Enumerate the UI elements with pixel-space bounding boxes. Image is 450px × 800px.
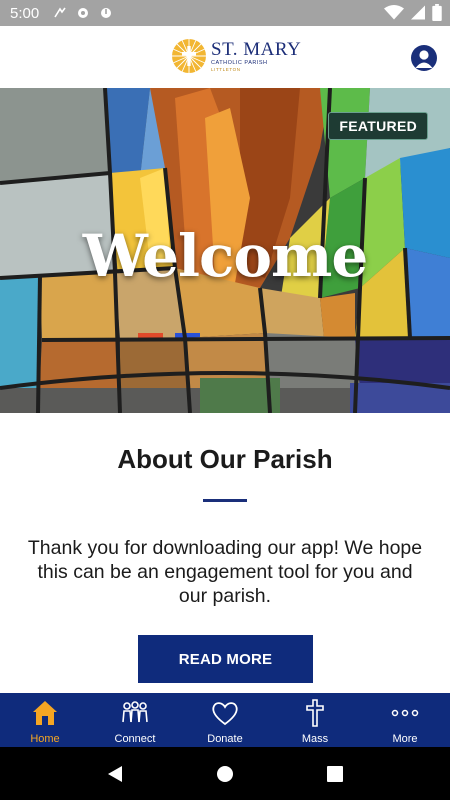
status-time: 5:00 (10, 4, 40, 22)
sunburst-cross-icon (172, 39, 206, 73)
nav-label-more: More (392, 733, 418, 745)
nav-label-connect: Connect (114, 733, 156, 745)
nav-item-donate[interactable]: Donate (180, 693, 270, 747)
recents-icon[interactable] (326, 765, 344, 783)
featured-banner[interactable]: Welcome FEATURED (0, 88, 450, 413)
back-icon[interactable] (106, 765, 124, 783)
nav-item-connect[interactable]: Connect (90, 693, 180, 747)
nav-item-home[interactable]: Home (0, 693, 90, 747)
notification-icon (78, 8, 89, 18)
parish-logo[interactable]: ST. MARY CATHOLIC PARISH LITTLETON (171, 38, 301, 74)
nav-item-more[interactable]: More (360, 693, 450, 747)
title-divider (203, 499, 247, 502)
notification-icon (54, 7, 66, 18)
nav-label-donate: Donate (207, 733, 243, 745)
app-header: ST. MARY CATHOLIC PARISH LITTLETON (0, 26, 450, 88)
signal-icon (411, 5, 425, 20)
home-circle-icon[interactable] (216, 765, 234, 783)
featured-badge: FEATURED (328, 112, 428, 140)
wifi-icon (384, 5, 404, 20)
section-body: Thank you for downloading our app! We ho… (27, 537, 423, 607)
logo-name: ST. MARY (211, 39, 302, 60)
more-icon (391, 709, 419, 717)
logo-subtitle: CATHOLIC PARISH (211, 60, 268, 66)
section-title: About Our Parish (117, 444, 333, 474)
hero-title: Welcome (82, 222, 369, 290)
logo-location: LITTLETON (211, 66, 241, 72)
read-more-button[interactable]: READ MORE (138, 635, 313, 683)
status-bar: 5:00 (0, 0, 450, 26)
system-status-icons (384, 4, 442, 21)
battery-icon (432, 4, 442, 21)
nav-label-home: Home (30, 733, 60, 745)
system-nav-bar (0, 747, 450, 800)
nav-item-mass[interactable]: Mass (270, 693, 360, 747)
notification-icon (101, 8, 112, 18)
nav-label-mass: Mass (301, 733, 329, 745)
person-icon (415, 50, 433, 68)
cross-icon (306, 699, 324, 727)
profile-button[interactable] (411, 45, 437, 71)
home-icon (33, 701, 57, 725)
heart-icon (212, 702, 238, 726)
notification-icons (53, 6, 113, 20)
bottom-nav: Home Connect Donate Mass More (0, 693, 450, 747)
people-icon (122, 701, 148, 723)
